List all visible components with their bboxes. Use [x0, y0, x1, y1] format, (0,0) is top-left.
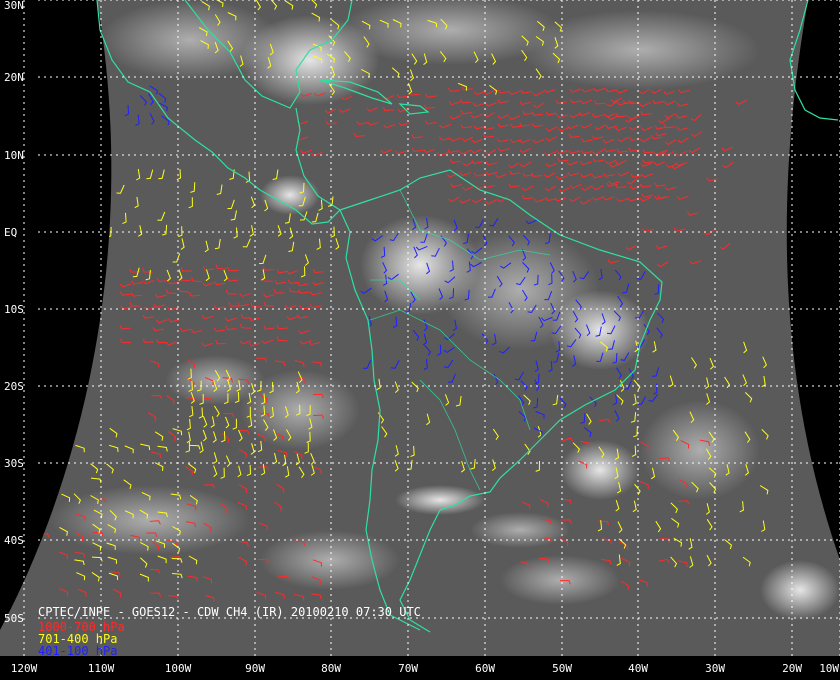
- satellite-wind-map: 30N 20N 10N EQ 10S 20S 30S 40S 50S 120W 110W 100W 9…: [0, 0, 840, 680]
- wind-barb: [103, 183, 112, 193]
- latitude-label: 30N: [4, 0, 24, 12]
- latitude-label: 50S: [4, 612, 24, 625]
- longitude-label: 60W: [475, 662, 495, 675]
- longitude-label: 80W: [321, 662, 341, 675]
- longitude-label: 40W: [628, 662, 648, 675]
- longitude-label: 110W: [88, 662, 115, 675]
- longitude-label: 10W: [819, 662, 839, 675]
- longitude-label: 20W: [782, 662, 802, 675]
- latitude-labels: 30N 20N 10N EQ 10S 20S 30S 40S 50S: [4, 0, 24, 625]
- longitude-label: 100W: [165, 662, 192, 675]
- longitude-label: 70W: [398, 662, 418, 675]
- map-canvas: 30N 20N 10N EQ 10S 20S 30S 40S 50S 120W 110W 100W 9…: [0, 0, 840, 675]
- disk-background: [0, 0, 840, 656]
- legend-high-level: 401-100 hPa: [38, 644, 117, 658]
- latitude-label: 10S: [4, 303, 24, 316]
- longitude-label: 90W: [245, 662, 265, 675]
- latitude-label: 20N: [4, 71, 24, 84]
- latitude-label: 10N: [4, 149, 24, 162]
- latitude-label: 40S: [4, 534, 24, 547]
- longitude-label: 30W: [705, 662, 725, 675]
- longitude-labels: 120W 110W 100W 90W 80W 70W 60W 50W 40W 30W 20W 10W: [11, 662, 840, 675]
- longitude-label: 50W: [552, 662, 572, 675]
- image-title: CPTEC/INPE - GOES12 - CDW CH4 (IR) 20100…: [38, 605, 421, 619]
- satellite-imagery: [0, 0, 840, 656]
- latitude-label: EQ: [4, 226, 17, 239]
- longitude-label: 120W: [11, 662, 38, 675]
- latitude-label: 30S: [4, 457, 24, 470]
- wind-barb: [61, 428, 70, 438]
- latitude-label: 20S: [4, 380, 24, 393]
